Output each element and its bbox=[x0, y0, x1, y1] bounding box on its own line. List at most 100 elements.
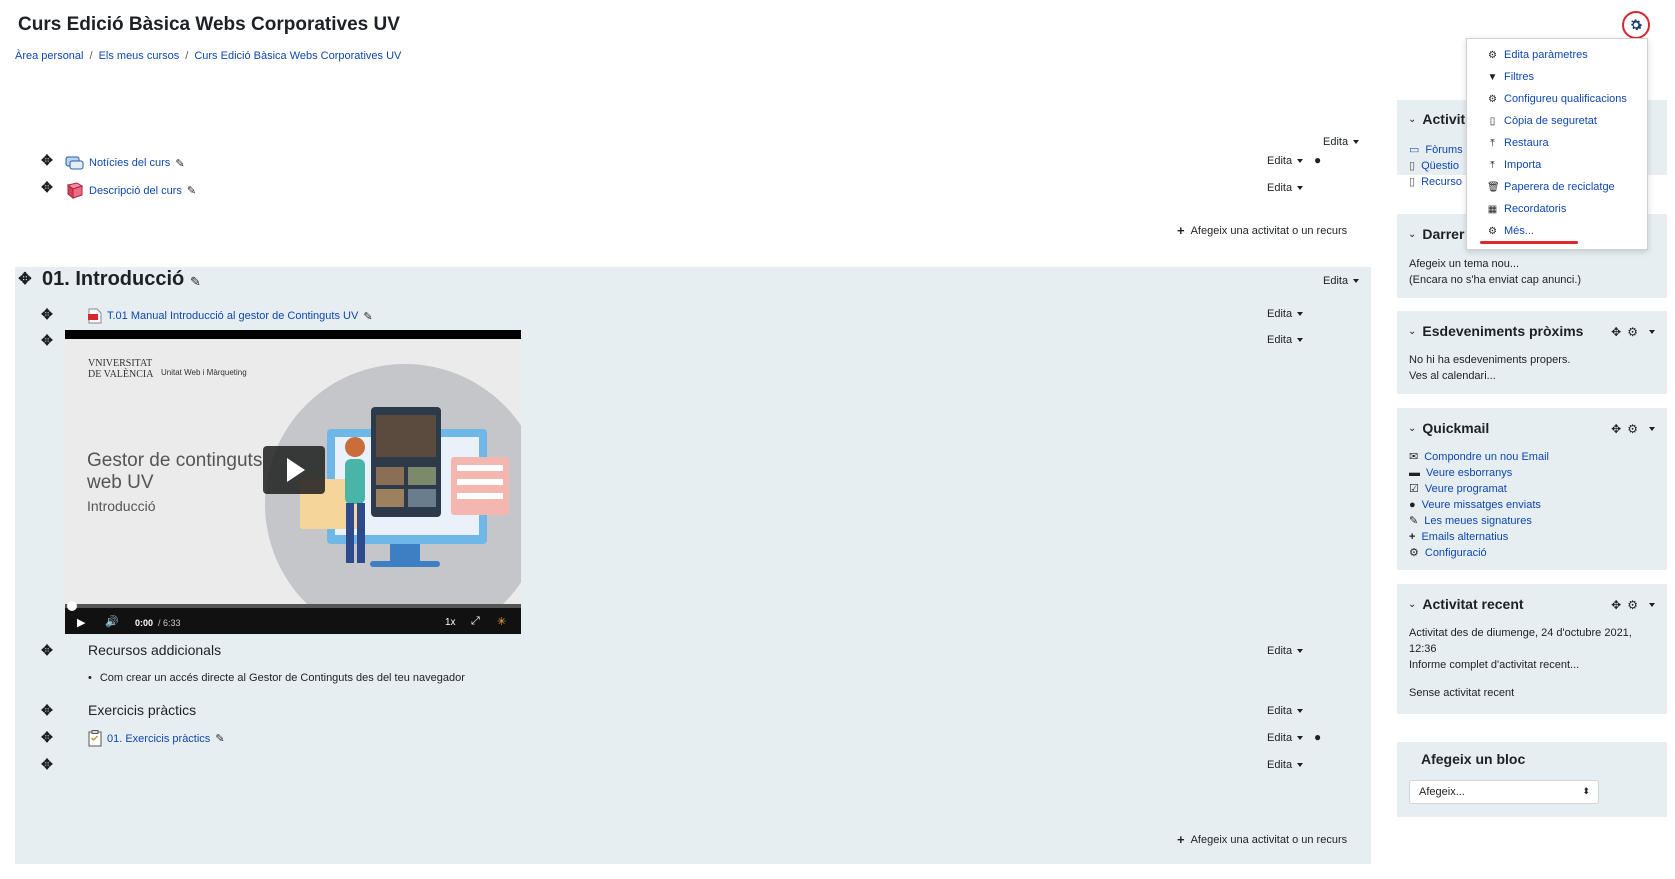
empty-module-edit[interactable]: Edita bbox=[1267, 759, 1304, 771]
fullscreen-icon[interactable]: ⤢ bbox=[471, 615, 480, 628]
chevron-down-icon[interactable]: ⌄ bbox=[1408, 229, 1416, 240]
quickmail-signatures[interactable]: ✎ Les meues signatures bbox=[1409, 513, 1549, 529]
edit-pencil-icon[interactable]: ✎ bbox=[215, 732, 224, 745]
module-manual[interactable]: T.01 Manual Introducció al gestor de Con… bbox=[88, 308, 373, 324]
top-edit-menu[interactable]: Edita bbox=[1323, 136, 1360, 148]
module-manual-link[interactable]: T.01 Manual Introducció al gestor de Con… bbox=[107, 310, 358, 322]
menu-item-recycle-bin[interactable]: 🗑 Paperera de reciclatge bbox=[1487, 181, 1615, 193]
add-block-select[interactable]: Afegeix... ⬍ bbox=[1409, 780, 1599, 804]
module-news-edit[interactable]: Edita bbox=[1267, 155, 1304, 167]
quickmail-config[interactable]: ⚙ Configuració bbox=[1409, 545, 1549, 561]
breadcrumb-home[interactable]: Àrea personal bbox=[15, 50, 84, 62]
module-description[interactable]: Descripció del curs ✎ bbox=[65, 182, 196, 199]
video-player[interactable]: VNIVERSITAT DE VALÈNCIA Unitat Web i Màr… bbox=[65, 330, 521, 634]
move-handle[interactable]: ✥ bbox=[40, 333, 54, 347]
add-activity-section[interactable]: + Afegeix una activitat o un recurs bbox=[1177, 832, 1347, 847]
gear-icon[interactable]: ⚙ bbox=[1627, 325, 1638, 339]
quickmail-compose[interactable]: ✉ Compondre un nou Email bbox=[1409, 449, 1549, 465]
block-esdeveniments: ⌄ Esdeveniments pròxims ✥ ⚙ No hi ha esde… bbox=[1397, 311, 1667, 394]
video-topbar bbox=[65, 330, 521, 339]
activitats-recursos[interactable]: ▯ Recurso bbox=[1409, 174, 1463, 190]
quickmail-scheduled[interactable]: ☑ Veure programat bbox=[1409, 481, 1549, 497]
user-icon[interactable]: ● bbox=[1314, 730, 1321, 744]
menu-item-more[interactable]: ⚙ Més... bbox=[1487, 225, 1534, 237]
file-icon: ▯ bbox=[1489, 115, 1496, 127]
module-exercicis-link[interactable]: 01. Exercicis pràctics bbox=[107, 733, 210, 745]
quickmail-alternates[interactable]: + Emails alternatius bbox=[1409, 529, 1549, 545]
menu-item-edit-settings[interactable]: ⚙ Edita paràmetres bbox=[1487, 49, 1588, 61]
volume-icon[interactable]: 🔊 bbox=[105, 615, 119, 628]
video-progress-handle[interactable] bbox=[67, 601, 77, 611]
edit-pencil-icon[interactable]: ✎ bbox=[187, 184, 196, 197]
module-description-link[interactable]: Descripció del curs bbox=[89, 185, 182, 197]
section-move-handle[interactable]: ✥ bbox=[18, 272, 32, 288]
move-icon[interactable]: ✥ bbox=[1611, 325, 1621, 339]
move-icon[interactable]: ✥ bbox=[1611, 422, 1621, 436]
quickmail-drafts[interactable]: ▬ Veure esborranys bbox=[1409, 465, 1549, 481]
move-handle[interactable]: ✥ bbox=[40, 307, 54, 321]
recursos-edit[interactable]: Edita bbox=[1267, 645, 1304, 657]
video-time-current: 0:00 bbox=[135, 618, 154, 628]
add-activity-top[interactable]: + Afegeix una activitat o un recurs bbox=[1177, 223, 1347, 238]
menu-item-backup[interactable]: ▯ Còpia de seguretat bbox=[1487, 115, 1597, 127]
video-edit[interactable]: Edita bbox=[1267, 334, 1304, 346]
video-speed[interactable]: 1x bbox=[445, 617, 456, 628]
move-handle[interactable]: ✥ bbox=[40, 730, 54, 744]
section-title: 01. Introducció bbox=[42, 268, 185, 290]
menu-item-filters[interactable]: ▼ Filtres bbox=[1487, 71, 1534, 83]
book-icon bbox=[66, 182, 84, 199]
user-icon[interactable]: ● bbox=[1314, 153, 1321, 167]
course-settings-button[interactable] bbox=[1622, 11, 1650, 39]
edit-pencil-icon[interactable]: ✎ bbox=[190, 274, 201, 290]
chevron-down-icon[interactable]: ⌄ bbox=[1408, 599, 1416, 610]
module-news[interactable]: Notícies del curs ✎ bbox=[65, 155, 185, 171]
upload-icon: ⤒ bbox=[1490, 137, 1495, 149]
calendar-icon: ▦ bbox=[1487, 203, 1498, 215]
move-handle[interactable]: ✥ bbox=[40, 643, 54, 657]
activitats-forums[interactable]: ▭ Fòrums bbox=[1409, 142, 1463, 158]
chevron-down-icon[interactable]: ⌄ bbox=[1408, 423, 1416, 434]
video-progress-track[interactable] bbox=[65, 604, 521, 608]
move-handle[interactable]: ✥ bbox=[40, 153, 54, 167]
exercicis-edit[interactable]: Edita bbox=[1267, 705, 1304, 717]
play-icon[interactable]: ▶ bbox=[77, 616, 85, 629]
calendar-link[interactable]: Ves al calendari... bbox=[1409, 368, 1570, 384]
play-button-large[interactable] bbox=[263, 446, 325, 494]
menu-item-import[interactable]: ⤒ Importa bbox=[1487, 159, 1541, 171]
plus-icon: + bbox=[1177, 832, 1185, 847]
menu-item-restore[interactable]: ⤒ Restaura bbox=[1487, 137, 1548, 149]
edit-pencil-icon[interactable]: ✎ bbox=[175, 157, 184, 170]
video-unit-label: Unitat Web i Màrqueting bbox=[161, 368, 247, 377]
play-icon bbox=[287, 458, 305, 482]
gear-icon[interactable]: ⚙ bbox=[1627, 422, 1638, 436]
file-icon: ▯ bbox=[1409, 176, 1416, 188]
module-news-link[interactable]: Notícies del curs bbox=[89, 157, 170, 169]
move-icon[interactable]: ✥ bbox=[1611, 598, 1621, 612]
page-title: Curs Edició Bàsica Webs Corporatives UV bbox=[18, 14, 400, 35]
block-quickmail: ⌄ Quickmail ✥ ⚙ ✉ Compondre un nou Email ▬… bbox=[1397, 408, 1667, 570]
recent-full-report-link[interactable]: Informe complet d'activitat recent... bbox=[1409, 657, 1632, 673]
menu-item-reminders[interactable]: ▦ Recordatoris bbox=[1487, 203, 1567, 215]
recent-since-text: Activitat des de diumenge, 24 d'octubre … bbox=[1409, 627, 1632, 639]
activitats-questionaris[interactable]: ▯ Qüestio bbox=[1409, 158, 1463, 174]
move-handle[interactable]: ✥ bbox=[40, 757, 54, 771]
move-handle[interactable]: ✥ bbox=[40, 180, 54, 194]
breadcrumb-my-courses[interactable]: Els meus cursos bbox=[99, 50, 180, 62]
calendar-check-icon: ☑ bbox=[1409, 483, 1419, 495]
module-exercicis[interactable]: 01. Exercicis pràctics ✎ bbox=[88, 730, 225, 747]
module-manual-edit[interactable]: Edita bbox=[1267, 308, 1304, 320]
folder-icon: ▬ bbox=[1409, 467, 1420, 479]
add-topic-link[interactable]: Afegeix un tema nou... bbox=[1409, 256, 1581, 272]
module-description-edit[interactable]: Edita bbox=[1267, 182, 1304, 194]
section-edit-menu[interactable]: Edita bbox=[1323, 275, 1360, 287]
chevron-down-icon[interactable]: ⌄ bbox=[1408, 326, 1416, 337]
chevron-down-icon[interactable]: ⌄ bbox=[1408, 114, 1416, 125]
move-handle[interactable]: ✥ bbox=[40, 703, 54, 717]
edit-pencil-icon[interactable]: ✎ bbox=[363, 310, 372, 323]
breadcrumb-course[interactable]: Curs Edició Bàsica Webs Corporatives UV bbox=[194, 50, 401, 62]
forum-icon bbox=[65, 156, 84, 170]
menu-item-gradebook-setup[interactable]: ⚙ Configureu qualificacions bbox=[1487, 93, 1627, 105]
gear-icon[interactable]: ⚙ bbox=[1627, 598, 1638, 612]
module-exercicis-edit[interactable]: Edita bbox=[1267, 732, 1304, 744]
quickmail-sent[interactable]: ● Veure missatges enviats bbox=[1409, 497, 1549, 513]
